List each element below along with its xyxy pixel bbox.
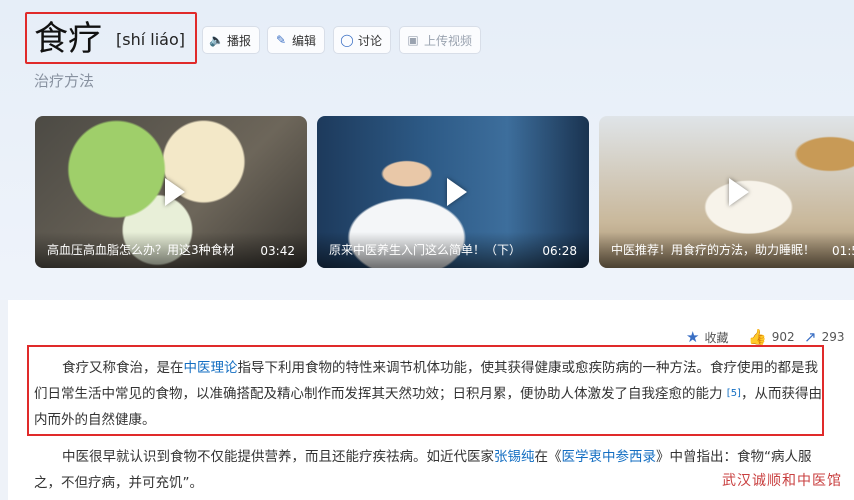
play-icon: [165, 178, 185, 206]
upload-video-button[interactable]: ▣ 上传视频: [399, 26, 482, 54]
pencil-icon: ✎: [275, 33, 287, 47]
video-title: 中医推荐！用食疗的方法，助力睡眠！: [611, 243, 816, 257]
upload-video-label: 上传视频: [424, 33, 473, 48]
edit-label: 编辑: [292, 33, 317, 48]
link-book[interactable]: 医学衷中参西录: [562, 449, 657, 465]
star-icon: ★: [686, 328, 700, 346]
collect-button[interactable]: ★ 收藏: [686, 328, 728, 346]
video-card[interactable]: 中医推荐！用食疗的方法，助力睡眠！ 01:5: [599, 116, 854, 268]
share-button[interactable]: ↗ 293: [804, 328, 844, 346]
page-title: 食疗: [34, 19, 102, 59]
edit-button[interactable]: ✎ 编辑: [267, 26, 326, 54]
video-duration: 03:42: [260, 244, 295, 258]
video-upload-icon: ▣: [407, 33, 419, 47]
subtitle: 治疗方法: [34, 72, 95, 90]
watermark: 武汉诚顺和中医馆: [722, 473, 842, 489]
video-title: 高血压高血脂怎么办？用这3种食材: [47, 243, 235, 257]
share-count: 293: [821, 330, 845, 344]
like-count: 902: [771, 330, 795, 344]
paragraph: 中医很早就认识到食物不仅能提供营养，而且还能疗疾祛病。如近代医家张锡纯在《医学衷…: [34, 449, 812, 491]
video-duration: 01:5: [832, 244, 854, 258]
video-card[interactable]: 原来中医养生入门这么简单！（下） 06:28: [317, 116, 589, 268]
link-zhang-xichun[interactable]: 张锡纯: [494, 449, 535, 465]
video-title: 原来中医养生入门这么简单！（下）: [329, 243, 522, 257]
discuss-button[interactable]: ◯ 讨论: [333, 26, 392, 54]
paragraph: 食疗又称食治，是在中医理论指导下利用食物的特性来调节机体功能，使其获得健康或愈疾…: [34, 360, 822, 428]
play-icon: [447, 178, 467, 206]
chat-icon: ◯: [340, 33, 354, 47]
share-icon: ↗: [804, 328, 817, 346]
link-tcm-theory[interactable]: 中医理论: [184, 360, 238, 376]
broadcast-button[interactable]: 🔈 播报: [202, 26, 261, 54]
collect-label: 收藏: [704, 330, 729, 345]
video-duration: 06:28: [542, 244, 577, 258]
video-card[interactable]: 高血压高血脂怎么办？用这3种食材 03:42: [35, 116, 307, 268]
reference-link[interactable]: [5]: [727, 388, 741, 399]
left-strip: [0, 300, 8, 500]
like-button[interactable]: 👍 902: [748, 328, 795, 346]
lemma-header: 食疗 [shí liáo] 🔈 播报 ✎ 编辑 ◯ 讨论 ▣ 上传视频 治疗方法…: [0, 0, 854, 300]
broadcast-label: 播报: [227, 33, 252, 48]
pinyin: [shí liáo]: [116, 30, 185, 49]
thumbs-up-icon: 👍: [748, 328, 767, 346]
speaker-icon: 🔈: [209, 33, 224, 47]
play-icon: [729, 178, 749, 206]
discuss-label: 讨论: [358, 33, 383, 48]
